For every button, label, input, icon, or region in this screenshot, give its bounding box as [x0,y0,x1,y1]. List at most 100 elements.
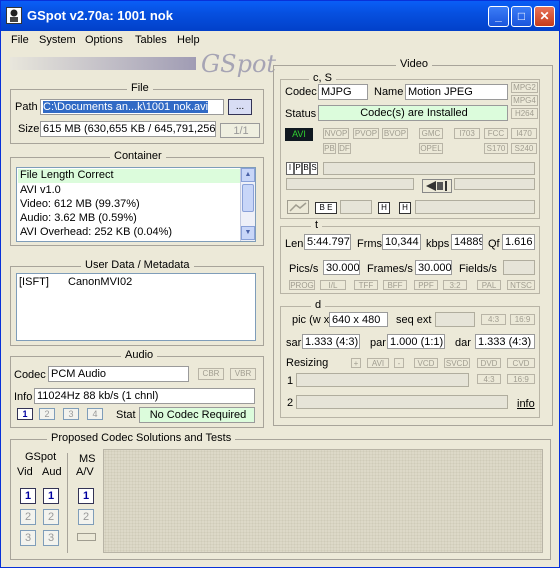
pics-label: Pics/s [289,263,319,275]
scroll-down-icon[interactable]: ▼ [241,226,255,240]
flag-opel: OPEL [419,143,443,154]
gspot-aud-2-button[interactable]: 2 [43,509,59,525]
menu-tables[interactable]: Tables [135,34,167,46]
audio-info-field: 11024Hz 88 kb/s (1 chnl) [34,388,255,404]
pics-field: 30.000 [323,260,360,275]
list-item[interactable]: Video: 612 MB (99.37%) [18,198,140,210]
gspot-vid-3-button[interactable]: 3 [20,530,36,546]
info-link[interactable]: info [517,398,535,410]
ms-av-1-button[interactable]: 1 [78,488,94,504]
container-list[interactable]: File Length Correct AVI v1.0 Video: 612 … [16,167,256,242]
flag-i703: I703 [454,128,480,139]
list-item[interactable]: File Length Correct [18,169,240,183]
audio-info-label: Info [14,391,33,403]
flag-df: DF [338,143,351,154]
gop-field-left [286,178,414,190]
resize-row-1-label: 1 [287,375,294,387]
pic-label: pic (w x [292,314,330,326]
resize-tag-svcd: SVCD [444,358,470,368]
vid-column-label: Vid [17,466,33,478]
scroll-thumb[interactable] [242,184,254,212]
proposed-group-title: Proposed Codec Solutions and Tests [47,432,236,444]
graph-icon[interactable] [287,200,309,214]
file-group-title: File [127,82,153,94]
menu-file[interactable]: File [11,34,29,46]
container-scrollbar[interactable]: ▲ ▼ [240,168,255,241]
vbr-indicator: VBR [230,368,256,380]
column-divider [67,453,68,553]
resize-row-1-field [296,373,469,387]
resize-tag-minus: - [394,358,404,368]
gspot-vid-2-button[interactable]: 2 [20,509,36,525]
menu-options[interactable]: Options [85,34,123,46]
frames-label: Frames/s [367,263,413,275]
flag-bvop: BVOP [382,128,408,139]
list-item[interactable]: Audio: 3.62 MB (0.59%) [18,212,137,224]
resize-ar-43: 4:3 [477,374,501,384]
fields-label: Fields/s [459,263,497,275]
title-bar[interactable]: GSpot v2.70a: 1001 nok _ □ ✕ [1,1,559,31]
metadata-group-title: User Data / Metadata [81,259,194,271]
rate-tag-ppf: PPF [414,280,438,290]
list-item[interactable]: AVI v1.0 [18,184,61,196]
menu-system[interactable]: System [39,34,76,46]
sar-label: sar [286,337,302,349]
flag-gmc: GMC [419,128,443,139]
list-item[interactable]: AVI Overhead: 252 KB (0.04%) [18,226,172,238]
video-codec-label: Codec [285,86,317,98]
flag-s170: S170 [484,143,508,154]
len-label: Len [285,238,304,250]
frame-tag-i: I [286,162,294,175]
path-field[interactable]: C:\Documents an...k\1001 nok.avi [40,99,224,115]
gspot-vid-1-button[interactable]: 1 [20,488,36,504]
pic-field: 640 x 480 [329,312,388,327]
ms-column-label: MS [79,453,96,465]
h-field [415,200,535,214]
gspot-logo: GSpot [201,50,277,78]
menu-help[interactable]: Help [177,34,200,46]
video-status-field: Codec(s) are Installed [318,105,508,121]
audio-track-2[interactable]: 2 [39,408,55,420]
audio-codec-field: PCM Audio [48,366,189,382]
kbps-label: kbps [426,238,450,250]
resize-row-2-field [296,395,508,409]
solutions-panel [103,449,543,553]
size-field: 615 MB (630,655 KB / 645,791,256 [40,121,216,137]
maximize-button[interactable]: □ [511,6,532,27]
metadata-list[interactable]: [ISFT] CanonMVI02 [16,273,256,341]
frame-step-icon[interactable] [422,179,452,193]
aud-column-label: Aud [42,466,62,478]
codec-subgroup-title: c, S [309,72,336,84]
flag-pb: PB [323,143,336,154]
audio-track-3[interactable]: 3 [63,408,79,420]
gspot-aud-1-button[interactable]: 1 [43,488,59,504]
close-button[interactable]: ✕ [534,6,555,27]
video-group-title: Video [396,58,432,70]
be-field [340,200,372,214]
resize-tag-dvd: DVD [477,358,501,368]
audio-track-1[interactable]: 1 [17,408,33,420]
h-marker-2: H [399,202,411,214]
audio-codec-label: Codec [14,369,46,381]
video-name-field: Motion JPEG [405,84,508,100]
metadata-tag: [ISFT] [19,276,49,288]
audio-track-4[interactable]: 4 [87,408,103,420]
tag-h264: H264 [511,108,538,119]
rate-tag-ntsc: NTSC [507,280,535,290]
gspot-column-label: GSpot [25,451,57,463]
seq-ext-field [435,312,475,327]
browse-button[interactable]: ... [228,99,252,115]
gspot-aud-3-button[interactable]: 3 [43,530,59,546]
scroll-up-icon[interactable]: ▲ [241,168,255,182]
progress-strip [10,57,196,70]
frame-tag-p: P [294,162,302,175]
minimize-button[interactable]: _ [488,6,509,27]
video-status-label: Status [285,108,317,120]
qf-field: 1.616 [502,234,535,250]
ms-av-2-button[interactable]: 2 [78,509,94,525]
flag-pvop: PVOP [353,128,379,139]
ar-tag-43: 4:3 [481,314,506,325]
tag-mpg4: MPG4 [511,95,538,106]
gspot-app-icon [6,7,22,24]
frame-pattern-field [323,162,535,175]
